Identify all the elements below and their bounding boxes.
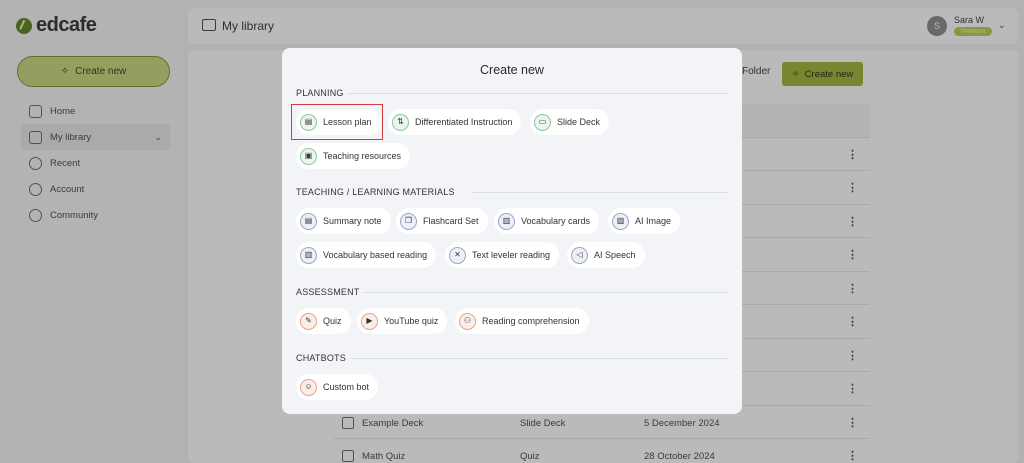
vocabulary-cards-icon: ▥: [498, 212, 515, 230]
section-label-chatbots: CHATBOTS: [296, 353, 346, 363]
section-label-planning: PLANNING: [296, 88, 344, 98]
chip-label: AI Speech: [594, 250, 636, 260]
selection-highlight: [291, 104, 383, 140]
section-divider: [351, 358, 728, 359]
branch-icon: ⇅: [392, 113, 409, 131]
chip-youtube-quiz[interactable]: ▶ YouTube quiz: [357, 308, 448, 334]
chip-quiz[interactable]: ✎ Quiz: [296, 308, 351, 334]
chip-custom-bot[interactable]: ☺ Custom bot: [296, 374, 379, 400]
chip-text-leveler-reading[interactable]: ✕ Text leveler reading: [445, 242, 560, 268]
note-icon: ▤: [300, 212, 317, 230]
chip-differentiated-instruction[interactable]: ⇅ Differentiated Instruction: [388, 109, 522, 135]
chip-teaching-resources[interactable]: ▣ Teaching resources: [296, 143, 411, 169]
chip-label: Quiz: [323, 316, 342, 326]
chip-ai-image[interactable]: ▨ AI Image: [608, 208, 681, 234]
image-icon: ▨: [612, 212, 629, 230]
section-label-teaching-materials: TEACHING / LEARNING MATERIALS: [296, 187, 455, 197]
chip-label: Text leveler reading: [472, 250, 551, 260]
section-divider: [348, 93, 728, 94]
chip-slide-deck[interactable]: ▭ Slide Deck: [530, 109, 610, 135]
chip-label: Vocabulary based reading: [323, 250, 428, 260]
create-new-modal: Create new PLANNING ▤ Lesson plan ⇅ Diff…: [282, 48, 742, 414]
resources-icon: ▣: [300, 147, 317, 165]
chip-flashcard-set[interactable]: ❐ Flashcard Set: [396, 208, 488, 234]
quiz-icon: ✎: [300, 312, 317, 330]
slide-deck-icon: ▭: [534, 113, 551, 131]
chip-summary-note[interactable]: ▤ Summary note: [296, 208, 391, 234]
section-divider: [472, 192, 728, 193]
chip-label: Summary note: [323, 216, 382, 226]
section-label-assessment: ASSESSMENT: [296, 287, 360, 297]
chip-label: Teaching resources: [323, 151, 402, 161]
youtube-icon: ▶: [361, 312, 378, 330]
chip-reading-comprehension[interactable]: ⚇ Reading comprehension: [455, 308, 589, 334]
chip-label: Differentiated Instruction: [415, 117, 513, 127]
chip-label: Vocabulary cards: [521, 216, 591, 226]
chip-label: AI Image: [635, 216, 672, 226]
speaker-icon: ◁: [571, 246, 588, 264]
chip-label: Flashcard Set: [423, 216, 479, 226]
comprehension-icon: ⚇: [459, 312, 476, 330]
chip-label: YouTube quiz: [384, 316, 439, 326]
chip-label: Slide Deck: [557, 117, 601, 127]
modal-title: Create new: [480, 63, 544, 77]
flashcard-icon: ❐: [400, 212, 417, 230]
chip-vocabulary-based-reading[interactable]: ▥ Vocabulary based reading: [296, 242, 437, 268]
chip-label: Custom bot: [323, 382, 370, 392]
chip-label: Reading comprehension: [482, 316, 580, 326]
chip-vocabulary-cards[interactable]: ▥ Vocabulary cards: [494, 208, 600, 234]
bot-icon: ☺: [300, 378, 317, 396]
section-divider: [362, 292, 728, 293]
chip-ai-speech[interactable]: ◁ AI Speech: [567, 242, 645, 268]
leveler-icon: ✕: [449, 246, 466, 264]
reading-icon: ▥: [300, 246, 317, 264]
